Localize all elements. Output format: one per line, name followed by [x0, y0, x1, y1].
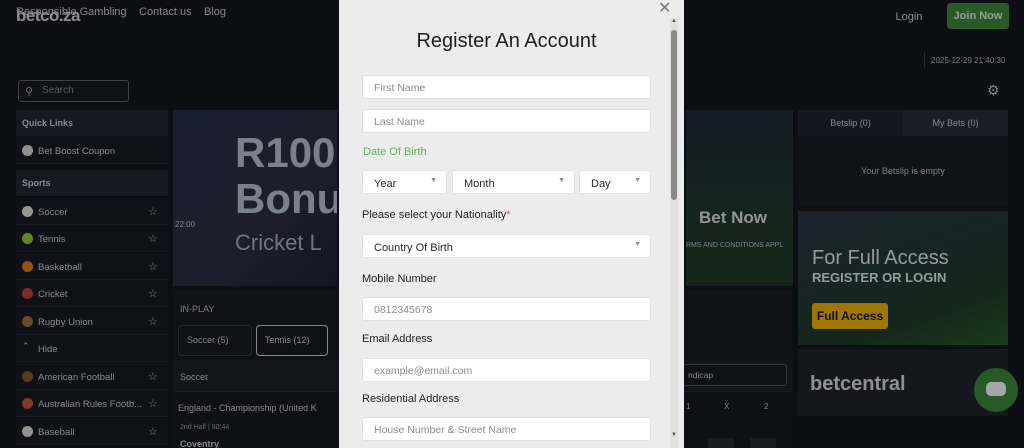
email-field[interactable]: example@email.com	[362, 358, 651, 382]
chevron-down-icon: ▼	[634, 177, 641, 184]
email-placeholder: example@email.com	[374, 365, 473, 377]
first-name-field[interactable]: First Name	[362, 75, 651, 99]
month-value: Month	[464, 178, 495, 190]
modal-title: Register An Account	[416, 30, 597, 52]
month-select[interactable]: Month ▼	[452, 170, 575, 194]
close-icon[interactable]: ✕	[658, 0, 671, 18]
year-select[interactable]: Year ▼	[362, 170, 447, 194]
country-select[interactable]: Country Of Birth ▼	[362, 234, 651, 258]
chevron-down-icon: ▼	[430, 177, 437, 184]
scrollbar-thumb[interactable]	[671, 30, 677, 200]
address-label: Residential Address	[362, 393, 460, 405]
country-value: Country Of Birth	[374, 242, 453, 254]
first-name-placeholder: First Name	[374, 82, 426, 94]
scroll-up-icon[interactable]: ▲	[671, 18, 677, 24]
day-select[interactable]: Day ▼	[579, 170, 651, 194]
day-value: Day	[591, 178, 611, 190]
scroll-down-icon[interactable]: ▼	[671, 432, 677, 438]
chevron-down-icon: ▼	[558, 177, 565, 184]
chevron-down-icon: ▼	[634, 241, 641, 248]
nationality-label: Please select your Nationality*	[362, 209, 511, 221]
nationality-label-text: Please select your Nationality	[362, 209, 507, 221]
address-placeholder: House Number & Street Name	[374, 424, 517, 436]
year-value: Year	[374, 178, 397, 190]
mobile-field[interactable]: 0812345678	[362, 297, 651, 321]
email-label: Email Address	[362, 333, 433, 345]
required-asterisk: *	[506, 209, 511, 221]
mobile-placeholder: 0812345678	[374, 304, 433, 316]
last-name-placeholder: Last Name	[374, 116, 425, 128]
dob-label: Date Of Birth	[363, 146, 427, 158]
last-name-field[interactable]: Last Name	[362, 109, 651, 133]
address-field[interactable]: House Number & Street Name	[362, 417, 651, 441]
mobile-label: Mobile Number	[362, 273, 437, 285]
